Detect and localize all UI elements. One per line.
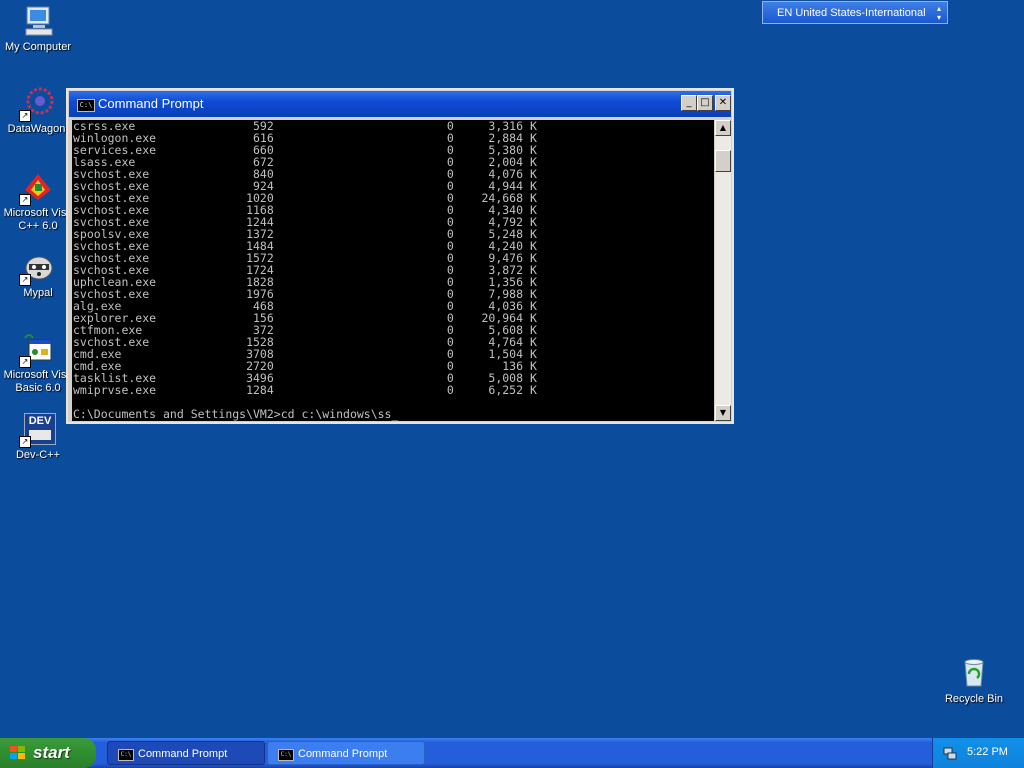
desktop-icon-vb6[interactable]: ↗ Microsoft Visu Basic 6.0 xyxy=(0,332,76,395)
desktop-icon-recycle-bin[interactable]: Recycle Bin xyxy=(936,656,1012,706)
close-button[interactable]: ✕ xyxy=(715,95,731,111)
console-app-icon: C:\ xyxy=(77,99,95,112)
taskbar-item-command-prompt-1[interactable]: C:\ Command Prompt xyxy=(107,741,265,765)
desktop-icon-label: Recycle Bin xyxy=(944,693,1004,705)
desktop-icon-label: My Computer xyxy=(4,41,72,53)
clock[interactable]: 5:22 PM xyxy=(967,746,1008,758)
scroll-thumb[interactable] xyxy=(715,150,731,172)
desktop-icon-label: Basic 6.0 xyxy=(15,382,61,394)
taskbar-item-command-prompt-2[interactable]: C:\ Command Prompt xyxy=(267,741,425,765)
taskbar-item-label: Command Prompt xyxy=(298,748,388,760)
window-titlebar[interactable]: C:\ Command Prompt _ □ ✕ xyxy=(69,91,731,117)
recycle-bin-icon xyxy=(957,656,991,690)
vb6-icon: ↗ xyxy=(19,332,55,368)
desktop-icon-label: DataWagon. xyxy=(7,123,69,135)
desktop-icon-label: Dev-C++ xyxy=(15,449,61,461)
start-button[interactable]: start xyxy=(0,738,96,768)
desktop-icon-devcpp[interactable]: DEV ↗ Dev-C++ xyxy=(0,412,76,462)
desktop-icon-msvc[interactable]: ↗ Microsoft Visu C++ 6.0 xyxy=(0,170,76,233)
language-bar[interactable]: EN United States-International ▴ ▾ xyxy=(762,1,948,24)
desktop-icon-mypal[interactable]: ↗ Mypal xyxy=(0,250,76,300)
taskbar-item-label: Command Prompt xyxy=(138,748,228,760)
system-tray: 5:22 PM xyxy=(932,738,1024,768)
shortcut-arrow-icon: ↗ xyxy=(19,436,31,448)
window-title: Command Prompt xyxy=(98,96,204,111)
process-row: wmiprvse.exe 1284 0 6,252 K xyxy=(73,383,537,397)
start-label: start xyxy=(33,743,70,762)
devcpp-icon: DEV ↗ xyxy=(19,412,56,448)
language-label: EN United States-International xyxy=(777,7,926,19)
console-app-icon: C:\ xyxy=(118,749,134,761)
shortcut-arrow-icon: ↗ xyxy=(19,194,31,206)
maximize-button[interactable]: □ xyxy=(697,95,713,111)
scroll-down-button[interactable]: ▼ xyxy=(715,405,731,421)
command-prompt-line[interactable]: C:\Documents and Settings\VM2>cd c:\wind… xyxy=(73,408,714,420)
shortcut-arrow-icon: ↗ xyxy=(19,274,31,286)
desktop-icon-label: Microsoft Visu xyxy=(3,369,73,381)
scroll-up-button[interactable]: ▲ xyxy=(715,120,731,136)
windows-logo-icon xyxy=(10,746,26,760)
network-icon[interactable] xyxy=(943,746,957,760)
dev-badge-text: DEV xyxy=(28,415,52,427)
desktop-icon-label: Microsoft Visu xyxy=(3,207,73,219)
taskbar: start C:\ Command Prompt C:\ Command Pro… xyxy=(0,738,1024,768)
console-app-icon: C:\ xyxy=(278,749,294,761)
shortcut-arrow-icon: ↗ xyxy=(19,356,31,368)
desktop-icon-label: C++ 6.0 xyxy=(18,220,58,232)
desktop-icon-datawagon[interactable]: ↗ DataWagon. xyxy=(0,86,76,136)
minimize-button[interactable]: _ xyxy=(681,95,697,111)
datawagon-icon: ↗ xyxy=(19,86,55,122)
mypal-icon: ↗ xyxy=(19,250,55,286)
shortcut-arrow-icon: ↗ xyxy=(19,110,31,122)
desktop-icon-label: Mypal xyxy=(23,287,53,299)
msvc-icon: ↗ xyxy=(19,170,55,206)
console-output[interactable]: csrss.exe 592 0 3,316 Kwinlogon.exe 616 … xyxy=(72,120,714,421)
vertical-scrollbar[interactable]: ▲ ▼ xyxy=(715,120,731,421)
command-prompt-window[interactable]: C:\ Command Prompt _ □ ✕ csrss.exe 592 0… xyxy=(66,88,734,424)
language-options-icon[interactable]: ▴ ▾ xyxy=(937,4,941,22)
desktop-icon-my-computer[interactable]: My Computer xyxy=(0,4,76,54)
console-text: csrss.exe 592 0 3,316 Kwinlogon.exe 616 … xyxy=(72,120,714,420)
my-computer-icon xyxy=(21,4,55,38)
